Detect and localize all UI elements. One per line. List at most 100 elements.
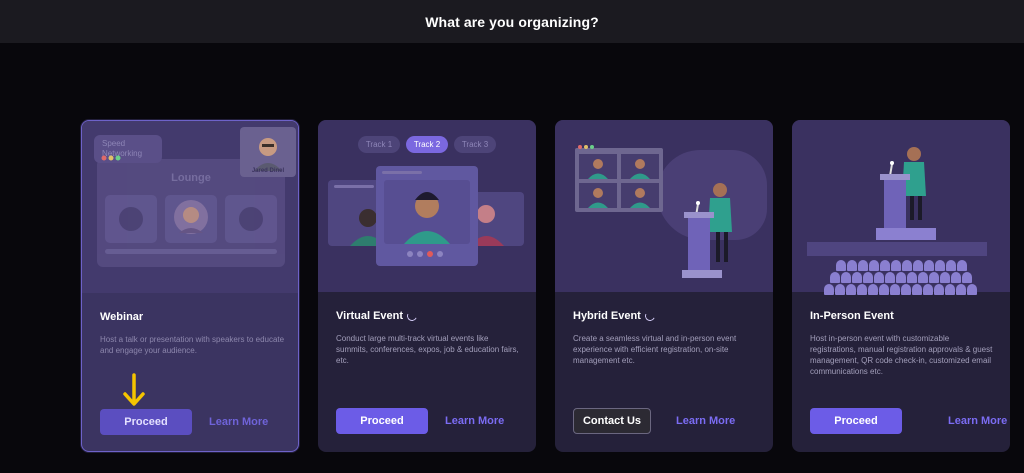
seat <box>934 284 944 295</box>
lounge-tile <box>225 195 277 243</box>
seat <box>891 260 901 271</box>
card-description: Host a talk or presentation with speaker… <box>100 335 285 355</box>
seat <box>901 284 911 295</box>
speaker-at-podium-icon <box>876 147 936 240</box>
seat <box>945 284 955 295</box>
track-chip: Track 1 <box>358 136 400 153</box>
seat <box>929 272 939 283</box>
card-description: Host in-person event with customizable r… <box>810 334 993 376</box>
seat <box>841 272 851 283</box>
card-title: Webinar <box>100 311 144 323</box>
lounge-tile <box>105 195 157 243</box>
loading-spinner-icon <box>405 309 419 323</box>
seat <box>847 260 857 271</box>
attendee-icon <box>588 188 608 208</box>
main-video-window <box>376 166 478 266</box>
video-grid <box>575 148 663 212</box>
attendee-icon <box>630 159 650 179</box>
webinar-proceed-button[interactable]: Proceed <box>100 409 192 435</box>
webinar-card[interactable]: Lounge Speed Networking Jared Dinel Webi… <box>81 120 299 452</box>
track-chip-active: Track 2 <box>406 136 448 153</box>
page-title: What are you organizing? <box>425 13 599 30</box>
seat <box>912 284 922 295</box>
virtual-event-learn-more-link[interactable]: Learn More <box>445 415 504 427</box>
virtual-event-card[interactable]: Track 1 Track 2 Track 3 Virtual Event Co… <box>318 120 536 452</box>
window-dots-icon <box>101 155 121 161</box>
attendee-icon <box>588 159 608 179</box>
grid-cell <box>579 154 617 179</box>
in-person-event-proceed-button[interactable]: Proceed <box>810 408 902 434</box>
seat <box>869 260 879 271</box>
seat <box>858 260 868 271</box>
grid-cell <box>579 183 617 208</box>
in-person-event-illustration <box>792 120 1010 295</box>
window-bar <box>334 185 374 188</box>
card-title: Virtual Event <box>336 309 419 323</box>
lounge-footer-bar <box>105 249 277 254</box>
webinar-learn-more-link[interactable]: Learn More <box>209 416 268 428</box>
hybrid-event-illustration <box>555 120 773 292</box>
chip-line: Speed <box>102 139 126 148</box>
host-video: Jared Dinel <box>240 127 296 177</box>
seat <box>967 284 977 295</box>
grid-cell <box>621 183 659 208</box>
top-bar: What are you organizing? <box>0 0 1024 43</box>
seat <box>846 284 856 295</box>
tile-icon <box>239 207 263 231</box>
seat <box>902 260 912 271</box>
grid-cell <box>621 154 659 179</box>
arrow-down-icon <box>123 373 145 406</box>
seat <box>935 260 945 271</box>
seat <box>896 272 906 283</box>
speaker-avatar-icon <box>384 180 470 257</box>
seat <box>879 284 889 295</box>
seat <box>835 284 845 295</box>
seat <box>962 272 972 283</box>
host-name: Jared Dinel <box>251 168 285 174</box>
track-chip: Track 3 <box>454 136 496 153</box>
card-title: In-Person Event <box>810 310 894 322</box>
seat <box>824 284 834 295</box>
window-dots-icon <box>578 145 594 149</box>
seat <box>918 272 928 283</box>
webinar-illustration: Lounge Speed Networking Jared Dinel <box>82 121 298 293</box>
stage <box>807 242 987 256</box>
seat <box>836 260 846 271</box>
card-title: Hybrid Event <box>573 309 657 323</box>
card-description: Create a seamless virtual and in-person … <box>573 334 737 365</box>
seat <box>890 284 900 295</box>
hybrid-event-learn-more-link[interactable]: Learn More <box>676 415 735 427</box>
seat <box>852 272 862 283</box>
attendee-avatar-icon <box>174 200 208 234</box>
card-title-text: Virtual Event <box>336 310 404 322</box>
seat <box>880 260 890 271</box>
seat <box>924 260 934 271</box>
virtual-event-proceed-button[interactable]: Proceed <box>336 408 428 434</box>
virtual-event-illustration: Track 1 Track 2 Track 3 <box>318 120 536 292</box>
in-person-event-card[interactable]: In-Person Event Host in-person event wit… <box>792 120 1010 452</box>
hybrid-event-card[interactable]: Hybrid Event Create a seamless virtual a… <box>555 120 773 452</box>
lounge-tile <box>165 195 217 243</box>
seat <box>956 284 966 295</box>
window-bar <box>382 171 422 174</box>
attendee-icon <box>630 188 650 208</box>
seat <box>857 284 867 295</box>
seat <box>830 272 840 283</box>
seat <box>946 260 956 271</box>
seat <box>907 272 917 283</box>
seat <box>863 272 873 283</box>
speaker-at-podium-icon <box>682 183 732 278</box>
seat <box>868 284 878 295</box>
seat <box>951 272 961 283</box>
tile-icon <box>119 207 143 231</box>
seat <box>940 272 950 283</box>
card-title-text: Hybrid Event <box>573 310 641 322</box>
seat <box>913 260 923 271</box>
seat <box>923 284 933 295</box>
card-description: Conduct large multi-track virtual events… <box>336 334 519 365</box>
hybrid-event-contact-us-button[interactable]: Contact Us <box>573 408 651 434</box>
in-person-event-learn-more-link[interactable]: Learn More <box>948 415 1007 427</box>
seat <box>874 272 884 283</box>
seat <box>885 272 895 283</box>
loading-spinner-icon <box>643 309 657 323</box>
